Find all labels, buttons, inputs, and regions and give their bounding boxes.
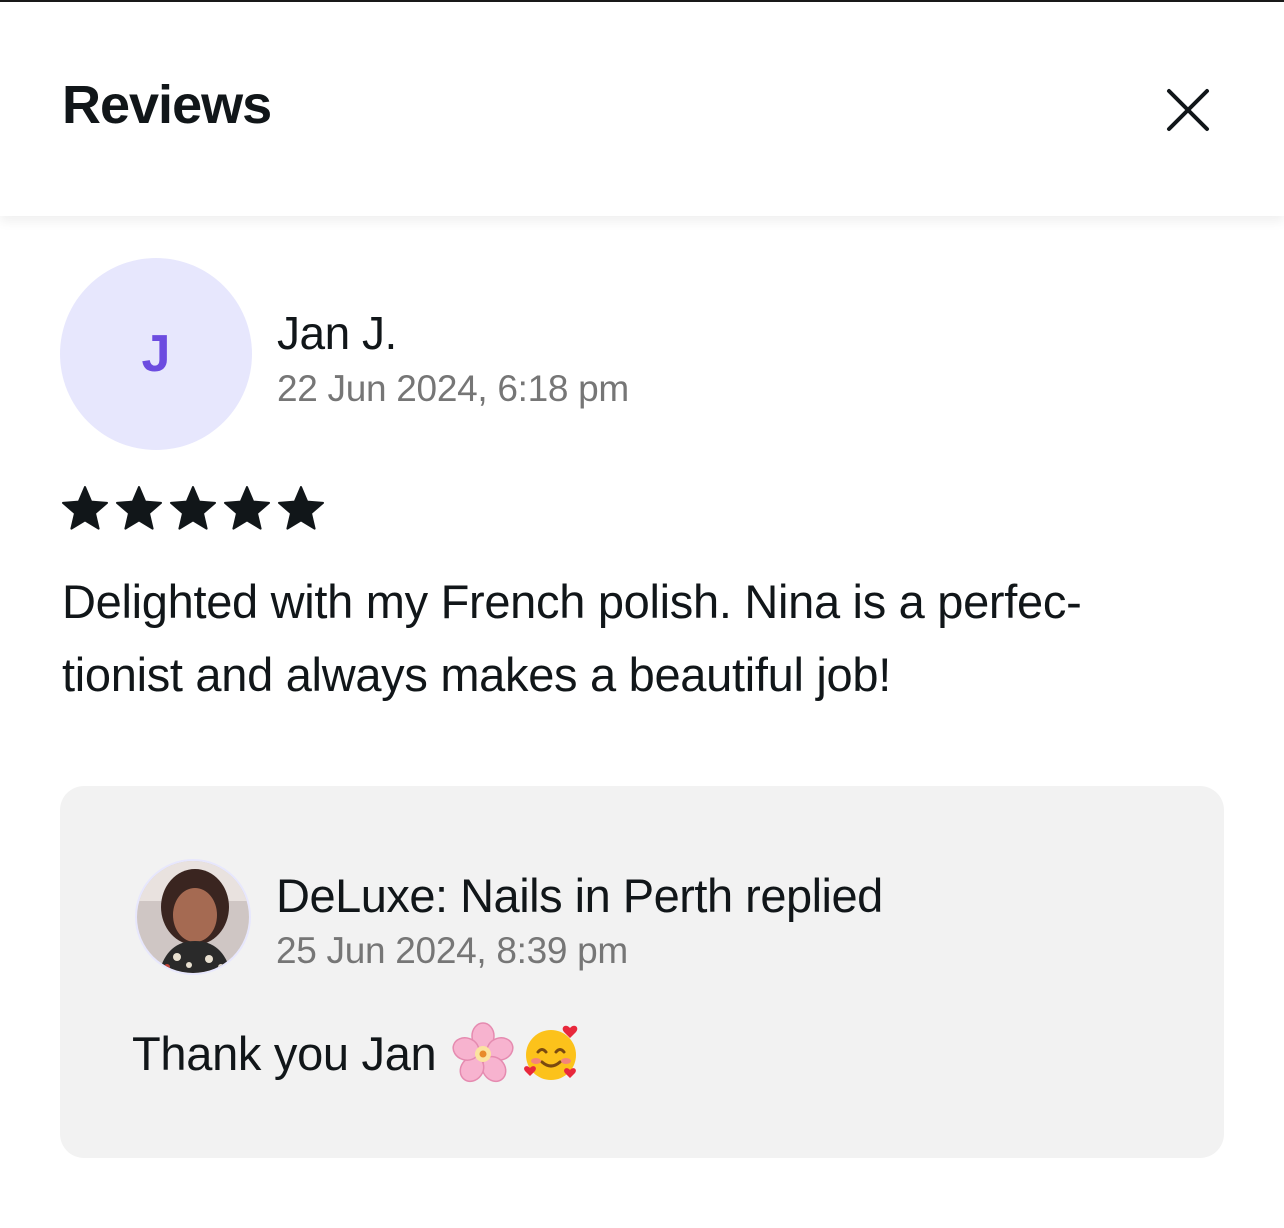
- reply-date: 25 Jun 2024, 8:39 pm: [276, 930, 628, 971]
- business-owner-photo: [137, 861, 249, 973]
- smiling-face-with-hearts-emoji: [520, 1022, 582, 1084]
- star-icon: [60, 484, 110, 534]
- reply-text: Thank you Jan: [132, 1026, 437, 1080]
- reply-text-row: Thank you Jan: [132, 1022, 582, 1084]
- modal-header: Reviews: [0, 2, 1284, 216]
- reviewer-avatar: J: [60, 258, 252, 450]
- page-title: Reviews: [62, 75, 272, 135]
- close-button[interactable]: [1162, 84, 1214, 136]
- review-date: 22 Jun 2024, 6:18 pm: [277, 368, 629, 409]
- reply-avatar: [135, 859, 251, 975]
- reply-author: DeLuxe: Nails in Perth replied: [276, 869, 883, 922]
- star-icon: [222, 484, 272, 534]
- owner-reply: DeLuxe: Nails in Perth replied 25 Jun 20…: [60, 786, 1224, 1158]
- cherry-blossom-emoji: [452, 1022, 514, 1084]
- close-icon: [1167, 89, 1209, 131]
- avatar-initial: J: [141, 325, 171, 383]
- star-icon: [168, 484, 218, 534]
- star-rating: [60, 484, 326, 534]
- review-text: Delighted with my French polish. Nina is…: [62, 575, 1082, 701]
- star-icon: [114, 484, 164, 534]
- reviewer-name: Jan J.: [277, 307, 397, 359]
- star-icon: [276, 484, 326, 534]
